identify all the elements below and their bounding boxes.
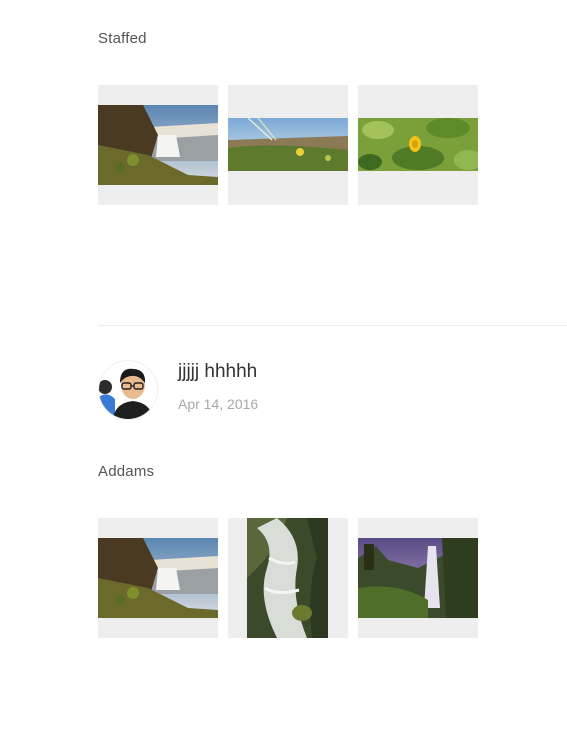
avatar[interactable] (98, 360, 158, 420)
album-title: Addams (98, 463, 155, 480)
album-photo-thumbnail[interactable] (358, 518, 478, 638)
album-photo-thumbnail[interactable] (98, 85, 218, 205)
album-title: Staffed (98, 30, 147, 47)
photo-long-exposure-stream (247, 518, 328, 638)
album-photo-thumbnail[interactable] (358, 85, 478, 205)
photo-waterfall-coast (98, 538, 218, 618)
album-photo-thumbnail[interactable] (228, 85, 348, 205)
photo-waterfall-coast (98, 105, 218, 185)
album-photo-thumbnail[interactable] (228, 518, 348, 638)
photo-misty-waterfall-cliff (358, 538, 478, 618)
photo-grass-closeup (228, 118, 348, 171)
post-date: Apr 14, 2016 (178, 396, 259, 412)
album-photo-thumbnail[interactable] (98, 518, 218, 638)
post-author-name[interactable]: jjjjj hhhhh (178, 361, 257, 383)
photo-yellow-flower-leaves (358, 118, 478, 171)
user-avatar-icon (99, 361, 157, 419)
section-divider (98, 325, 567, 326)
